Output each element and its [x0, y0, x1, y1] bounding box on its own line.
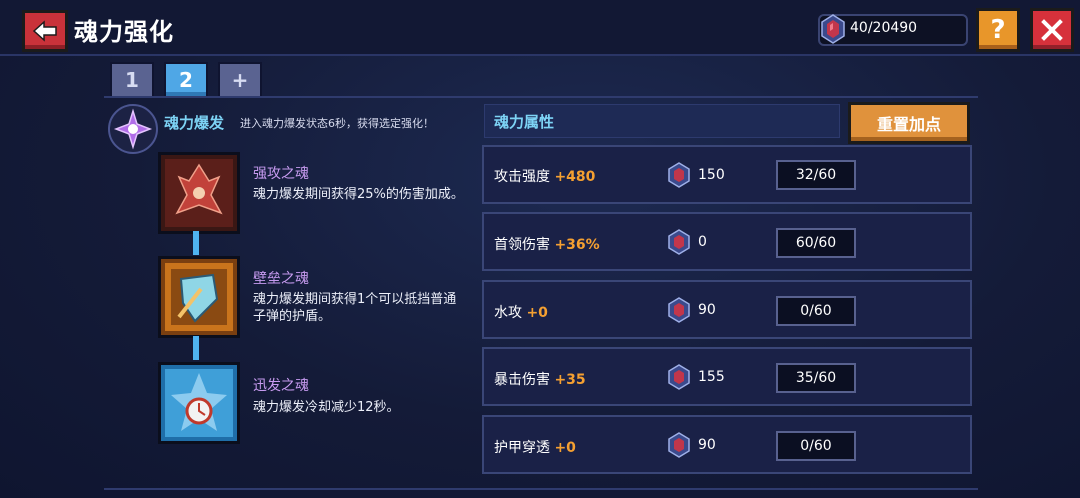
- tab-add[interactable]: +: [218, 62, 262, 98]
- skill-connector: [193, 231, 199, 255]
- soul-gem-icon: [668, 364, 690, 390]
- attribute-cost: 0: [698, 234, 707, 250]
- help-button[interactable]: ?: [976, 8, 1020, 52]
- attribute-level: 0/60: [776, 431, 856, 461]
- attribute-bonus: +0: [526, 305, 548, 321]
- attribute-cost: 90: [698, 302, 716, 318]
- attribute-bonus: +36%: [554, 237, 600, 253]
- soul-gem-icon: [668, 432, 690, 458]
- skill-name: 壁垒之魂: [253, 271, 309, 287]
- panel-divider: [104, 96, 978, 98]
- burst-title: 魂力爆发: [164, 114, 225, 132]
- attribute-name: 攻击强度 +480: [494, 169, 596, 185]
- attribute-bonus: +0: [554, 440, 576, 456]
- attribute-bonus: +35: [554, 372, 586, 388]
- soul-burst-icon: [108, 104, 158, 154]
- tab-2[interactable]: 2: [164, 62, 208, 98]
- skill-name: 强攻之魂: [253, 166, 309, 182]
- panel-divider: [104, 488, 978, 490]
- soul-gem-icon: [668, 297, 690, 323]
- skill-connector: [193, 336, 199, 360]
- soul-gem-icon: [668, 162, 690, 188]
- skill-description: 魂力爆发冷却减少12秒。: [253, 400, 400, 415]
- attribute-cost: 90: [698, 437, 716, 453]
- attribute-level: 32/60: [776, 160, 856, 190]
- swift-soul-icon: [165, 369, 233, 437]
- soul-gem-icon: [668, 229, 690, 255]
- back-arrow-icon: [32, 20, 57, 42]
- plus-icon: +: [231, 68, 249, 92]
- attribute-level: 0/60: [776, 296, 856, 326]
- burst-description: 进入魂力爆发状态6秒，获得选定强化！: [240, 117, 434, 130]
- reset-points-button[interactable]: 重置加点: [848, 102, 970, 144]
- soul-gem-icon: [821, 14, 845, 44]
- attribute-level: 35/60: [776, 363, 856, 393]
- close-icon: [1041, 19, 1063, 41]
- skill-description: 魂力爆发期间获得25%的伤害加成。: [253, 187, 464, 202]
- attribute-name: 水攻 +0: [494, 305, 548, 321]
- skill-description: 魂力爆发期间获得1个可以抵挡普通子弹的护盾。: [253, 292, 457, 324]
- skill-icon-strong-attack[interactable]: [158, 152, 240, 234]
- attribute-name: 护甲穿透 +0: [494, 440, 576, 456]
- attributes-header: 魂力属性: [494, 113, 555, 131]
- attribute-row[interactable]: [482, 280, 972, 339]
- attribute-bonus: +480: [554, 169, 596, 185]
- skill-icon-swift[interactable]: [158, 362, 240, 444]
- skill-name: 迅发之魂: [253, 378, 309, 394]
- skill-icon-bulwark[interactable]: [158, 256, 240, 338]
- currency-value: 40/20490: [850, 20, 918, 36]
- attribute-level: 60/60: [776, 228, 856, 258]
- close-button[interactable]: [1030, 8, 1074, 52]
- attack-soul-icon: [165, 159, 233, 227]
- attribute-cost: 155: [698, 369, 725, 385]
- page-title: 魂力强化: [74, 18, 174, 46]
- attribute-name: 首领伤害 +36%: [494, 237, 600, 253]
- tab-1[interactable]: 1: [110, 62, 154, 98]
- shield-soul-icon: [165, 263, 233, 331]
- attribute-cost: 150: [698, 167, 725, 183]
- back-button[interactable]: [22, 10, 68, 52]
- attribute-name: 暴击伤害 +35: [494, 372, 586, 388]
- help-icon: ?: [990, 15, 1006, 45]
